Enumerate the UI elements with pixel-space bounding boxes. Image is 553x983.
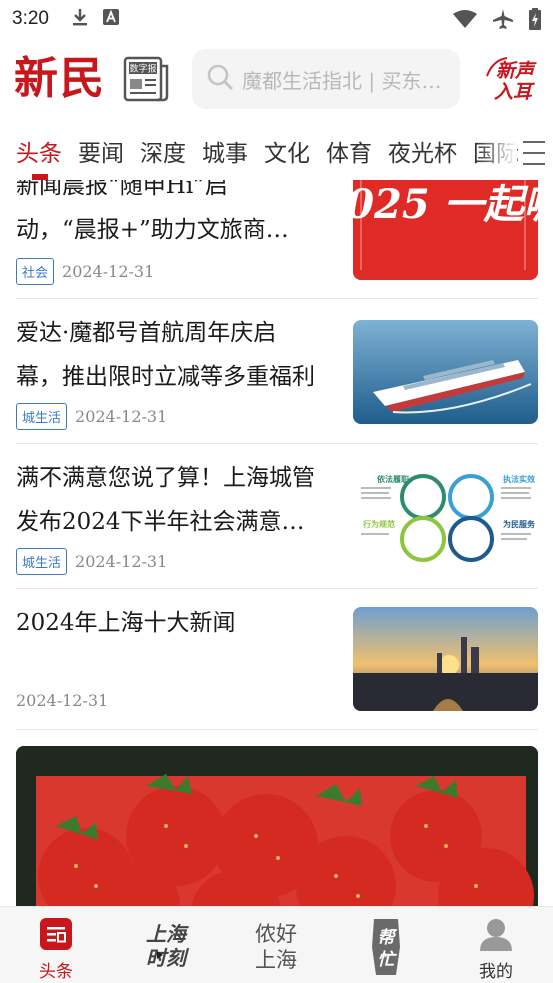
digital-paper-button[interactable]: 数字报 xyxy=(123,56,169,102)
nonghao-shanghai-icon: 侬好 上海 xyxy=(241,922,311,977)
news-date: 2024-12-31 xyxy=(16,691,109,710)
news-thumbnail: 2025 一起嗨 xyxy=(353,180,538,280)
tab-yeguangbei[interactable]: 夜光杯 xyxy=(388,130,457,180)
featured-image[interactable] xyxy=(16,746,538,906)
svg-text:为民服务: 为民服务 xyxy=(503,519,536,529)
svg-text:上海: 上海 xyxy=(255,948,297,972)
category-tag: 社会 xyxy=(16,258,55,285)
news-item[interactable]: 满不满意您说了算！上海城管 发布2024下半年社会满意… 城生活 2024-12… xyxy=(16,444,538,589)
category-tag: 城生活 xyxy=(16,548,68,575)
news-thumbnail: 依法履职 执法实效 行为规范 为民服务 xyxy=(353,465,538,569)
search-box[interactable]: 魔都生活指北 | 买东… xyxy=(192,49,460,109)
svg-text:入耳: 入耳 xyxy=(494,81,536,102)
nav-mine[interactable]: 我的 xyxy=(456,917,536,982)
help-icon: 帮忙 xyxy=(366,919,406,981)
nav-label: 头条 xyxy=(39,962,73,982)
app-header: 新民 数字报 魔都生活指北 | 买东… 新声 入耳 xyxy=(0,44,553,116)
svg-text:行为规范: 行为规范 xyxy=(362,519,395,529)
search-icon xyxy=(206,63,234,95)
tab-news[interactable]: 要闻 xyxy=(78,130,124,180)
user-icon xyxy=(478,919,514,955)
search-placeholder: 魔都生活指北 | 买东… xyxy=(242,68,442,93)
status-time: 3:20 xyxy=(12,8,49,29)
nav-shanghai-moment[interactable]: 上海 时刻 xyxy=(126,917,206,977)
download-icon xyxy=(71,7,89,31)
news-title: 新闻晨报“随申Hi”启 动，“晨报+”助力文旅商… xyxy=(16,180,289,243)
nav-nonghao-shanghai[interactable]: 侬好 上海 xyxy=(236,917,316,977)
a-box-icon xyxy=(102,9,119,29)
airplane-icon xyxy=(493,9,513,33)
news-date: 2024-12-31 xyxy=(62,262,155,281)
bottom-nav: 头条 上海 时刻 侬好 上海 帮忙 我的 xyxy=(0,906,553,983)
tab-culture[interactable]: 文化 xyxy=(264,130,310,180)
channel-menu-icon[interactable] xyxy=(523,141,545,165)
tab-headline[interactable]: 头条 xyxy=(16,130,62,180)
channel-tabs: 头条 要闻 深度 城事 文化 体育 夜光杯 国际 xyxy=(0,130,553,180)
battery-charging-icon xyxy=(529,8,541,34)
svg-text:数字报: 数字报 xyxy=(129,63,156,75)
svg-text:2025 一起嗨: 2025 一起嗨 xyxy=(353,181,538,228)
nav-help[interactable]: 帮忙 xyxy=(346,917,426,981)
news-feed[interactable]: 新闻晨报“随申Hi”启 动，“晨报+”助力文旅商… 社会 2024-12-31 … xyxy=(0,180,553,906)
category-tag: 城生活 xyxy=(16,403,68,430)
tab-depth[interactable]: 深度 xyxy=(140,130,186,180)
news-item[interactable]: 新闻晨报“随申Hi”启 动，“晨报+”助力文旅商… 社会 2024-12-31 … xyxy=(16,180,538,299)
news-title: 满不满意您说了算！上海城管 发布2024下半年社会满意… xyxy=(16,465,315,535)
svg-text:新声: 新声 xyxy=(496,60,537,82)
news-date: 2024-12-31 xyxy=(75,407,168,426)
nav-headline[interactable]: 头条 xyxy=(16,917,96,982)
wifi-icon xyxy=(453,10,477,32)
newspaper-icon: 数字报 xyxy=(123,56,169,102)
svg-text:时刻: 时刻 xyxy=(146,946,190,970)
xinmin-logo[interactable]: 新民 xyxy=(14,56,106,102)
svg-text:依法履职: 依法履职 xyxy=(377,474,409,484)
svg-text:上海: 上海 xyxy=(146,922,189,946)
voice-news-button[interactable]: 新声 入耳 xyxy=(485,56,541,103)
shanghai-moment-icon: 上海 时刻 xyxy=(131,922,201,977)
tab-sports[interactable]: 体育 xyxy=(326,130,372,180)
tab-fade xyxy=(477,130,517,180)
status-bar: 3:20 xyxy=(0,0,553,38)
nav-label: 我的 xyxy=(479,962,513,982)
svg-text:执法实效: 执法实效 xyxy=(503,474,535,484)
tab-city[interactable]: 城事 xyxy=(202,130,248,180)
news-item[interactable]: 爱达·魔都号首航周年庆启 幕，推出限时立减等多重福利 城生活 2024-12-3… xyxy=(16,299,538,444)
headline-icon xyxy=(39,918,73,955)
news-thumbnail xyxy=(353,607,538,711)
svg-text:侬好: 侬好 xyxy=(255,922,297,946)
news-thumbnail xyxy=(353,320,538,424)
news-title: 爱达·魔都号首航周年庆启 幕，推出限时立减等多重福利 xyxy=(16,320,315,390)
news-item[interactable]: 2024年上海十大新闻 2024-12-31 xyxy=(16,589,538,730)
news-title: 2024年上海十大新闻 xyxy=(16,610,236,636)
news-date: 2024-12-31 xyxy=(75,552,168,571)
